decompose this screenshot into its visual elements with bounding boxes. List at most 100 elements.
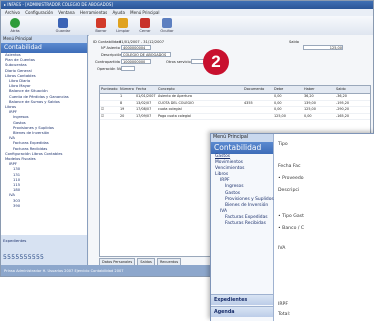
close-icon (140, 18, 150, 28)
table-cell: Asiento de Apertura (158, 94, 192, 98)
numero-label: Nº Asiento (101, 46, 120, 50)
table-row[interactable]: ☑ 20 17/09/07 Pago cuota colegial 125,00 0,00… (100, 113, 370, 120)
id-label: ID Contabilidad (93, 40, 121, 44)
agenda-button[interactable]: Agenda (211, 306, 273, 317)
table-cell: 17/09/07 (136, 113, 152, 118)
saldo-field: 125,00 (303, 45, 343, 50)
expedientes-button[interactable]: Expedientes (211, 294, 273, 305)
zoomed-menu: Menú Principal Contabilidad Gastos Movimi… (211, 134, 274, 321)
hide-icon (162, 18, 172, 28)
zoomed-field-label: Descripci (278, 188, 300, 193)
sidebar-title: Contabilidad (1, 43, 87, 53)
hide-button[interactable]: Ocultar (157, 18, 177, 33)
col-concepto[interactable]: Concepto (158, 86, 175, 93)
col-haber[interactable]: Haber (304, 86, 315, 93)
title-bar: ▸ INFAES - [ADMINISTRADOR COLEGIO DE ABO… (1, 1, 373, 9)
table-cell: -290,20 (336, 107, 350, 111)
toolbar: Atrás Guardar Borrar Limpiar Cerrar Ocul… (1, 16, 373, 36)
zoomed-menu-title: Contabilidad (211, 142, 273, 154)
zoomed-field-label: Tipo (278, 142, 288, 147)
otros-label: Otros servicios (166, 60, 193, 64)
table-cell: 125,00 (304, 107, 316, 111)
table-cell: 13/02/07 (136, 100, 152, 105)
col-saldo[interactable]: Saldo (336, 86, 346, 93)
callout-badge: 2 (203, 49, 229, 75)
save-button[interactable]: Guardar (53, 18, 73, 33)
zoomed-field-label: • Banco / C (278, 226, 305, 231)
sidebar: Menú Principal Contabilidad Asientos Plan… (1, 35, 88, 265)
table-cell: 19 (120, 107, 125, 111)
table-cell: ☑ (101, 113, 105, 118)
table-cell: 0,00 (274, 94, 282, 98)
zoomed-field-label: • Tipo Gast (278, 214, 304, 219)
col-punteado[interactable]: Punteado (101, 86, 118, 93)
close-button[interactable]: Cerrar (135, 18, 155, 33)
sidebar-footer: Expedientes 5555555555 (1, 235, 87, 265)
menu-ayuda[interactable]: Ayuda (113, 10, 125, 15)
grid-body: 1 01/01/2007 Asiento de Apertura 0,00 36,20 -… (100, 94, 370, 120)
table-cell: 139,00 (304, 100, 316, 105)
sidebar-header: Menú Principal (1, 35, 87, 43)
table-cell: Pago cuota colegial (158, 113, 191, 118)
table-cell: 0,00 (274, 107, 282, 111)
delete-icon (96, 18, 106, 28)
table-cell: -195,20 (336, 100, 350, 105)
table-cell: 36,20 (304, 94, 314, 98)
col-debe[interactable]: Debe (274, 86, 283, 93)
entry-form: ID Contabilidad 01/01/2007 - 31/12/2007 … (93, 39, 373, 84)
zoomed-field-label: • Proveedo (278, 176, 304, 181)
table-cell: ☑ (101, 107, 105, 111)
table-cell: 125,00 (274, 113, 286, 118)
operacion-field[interactable] (121, 66, 135, 71)
back-button[interactable]: Atrás (5, 18, 25, 33)
col-documento[interactable]: Documento (244, 86, 264, 93)
sidebar-tree-item[interactable]: 390 (5, 204, 87, 209)
zoomed-menu-header: Menú Principal (211, 134, 273, 142)
zoomed-menu-item[interactable]: Facturas Recibidas (215, 221, 273, 227)
zoomed-panel: Menú Principal Contabilidad Gastos Movimi… (210, 133, 374, 321)
table-cell: 0,00 (304, 113, 312, 118)
zoomed-field-label: IRPF (278, 302, 288, 307)
table-cell: 20 (120, 113, 125, 118)
clear-icon (118, 18, 128, 28)
delete-button[interactable]: Borrar (91, 18, 111, 33)
operacion-label: Operación IVA (97, 67, 123, 71)
zoomed-form-fields: Tipo Fecha Fac • Proveedo Descripci • Tipo G… (274, 134, 374, 321)
menu-principal[interactable]: Menú Principal (130, 10, 159, 15)
col-fecha[interactable]: Fecha (136, 86, 146, 93)
table-cell: cuota colegial (158, 107, 182, 111)
save-icon (58, 18, 68, 28)
table-cell: 4355 (244, 100, 253, 105)
numero-field[interactable]: 4000000004 (121, 45, 151, 50)
col-numero[interactable]: Número (120, 86, 134, 93)
back-arrow-icon (10, 18, 20, 28)
table-cell: 0,00 (274, 100, 282, 105)
zoomed-field-label: IVA (278, 246, 286, 251)
table-cell: CUOTA DEL COLEGIO (158, 100, 194, 105)
menu-ventana[interactable]: Ventana (58, 10, 74, 15)
zoomed-menu-tree: Gastos Movimientos Vencimientos Libros IRPF I… (211, 154, 274, 227)
menu-bar: Archivo Configuración Ventana Herramient… (1, 9, 373, 16)
table-cell: 17/08/07 (136, 107, 152, 111)
saldo-label: Saldo (289, 40, 299, 44)
menu-herramientas[interactable]: Herramientas (80, 10, 107, 15)
table-cell: 01/01/2007 (136, 94, 156, 98)
table-cell: -165,20 (336, 113, 350, 118)
sidebar-digits: 5555555555 (3, 254, 45, 261)
table-cell: 8 (120, 100, 123, 105)
table-cell: 1 (120, 94, 123, 98)
contrap-field[interactable]: 1000000000 (121, 59, 151, 64)
menu-configuracion[interactable]: Configuración (25, 10, 53, 15)
id-value: 01/01/2007 - 31/12/2007 (119, 40, 165, 44)
table-cell: -36,20 (336, 94, 347, 98)
contrap-label: Contrapartida (95, 60, 120, 64)
sidebar-tree: Asientos Plan de Cuentas Subcuentas Diario … (1, 53, 87, 209)
zoomed-field-label: Total: (278, 312, 291, 317)
zoomed-field-label: Fecha Fac (278, 164, 301, 169)
grid-header: Punteado Número Fecha Concepto Documento… (100, 86, 370, 94)
description-field[interactable]: COLEGIO DE ABOGADOS (121, 52, 171, 57)
desc-label: Descripción (101, 53, 123, 57)
menu-archivo[interactable]: Archivo (5, 10, 20, 15)
clear-button[interactable]: Limpiar (113, 18, 133, 33)
expedientes-button[interactable]: Expedientes (1, 235, 87, 246)
